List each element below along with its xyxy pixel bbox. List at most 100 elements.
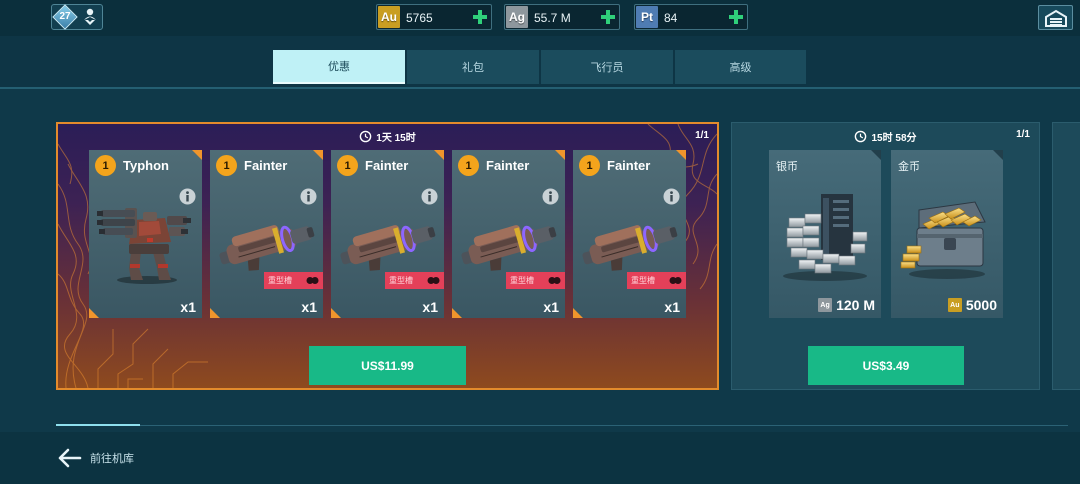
clock-icon (359, 130, 372, 142)
currency-gold: Au 5765 (376, 4, 492, 30)
tab-premium[interactable]: 高级 (675, 50, 806, 84)
add-platinum-button[interactable] (728, 9, 744, 25)
gold-chest-image (897, 184, 997, 284)
garage-button[interactable] (1038, 5, 1073, 30)
slot-tag-label: 重型槽 (631, 276, 655, 285)
item-quantity: x1 (301, 299, 317, 315)
timer-text: 1天 15时 (376, 132, 416, 144)
item-card-gold[interactable]: 金币 Au 5000 (891, 150, 1003, 318)
slot-tag-label: 重型槽 (510, 276, 534, 285)
scroll-thumb[interactable] (56, 424, 140, 426)
info-icon[interactable] (542, 188, 559, 205)
clock-icon (855, 130, 867, 142)
back-to-hangar-button[interactable]: 前往机库 (56, 444, 148, 472)
rarity-corner (331, 308, 341, 318)
rarity-corner (313, 150, 323, 160)
item-card-typhon[interactable]: 1 Typhon x1 (89, 150, 202, 318)
store-screen: 27 Au 5765 Ag 55.7 M Pt 84 优惠 礼包 飞行员 高级 … (0, 0, 1080, 484)
profile-download-icon (80, 7, 100, 27)
scroll-track[interactable] (56, 425, 1068, 426)
item-name: 银币 (776, 161, 798, 173)
item-card-silver[interactable]: 银币 Ag 120 M (769, 150, 881, 318)
silver-amount: 55.7 M (534, 11, 571, 25)
offer-card-next[interactable] (1052, 122, 1080, 390)
rarity-corner (555, 150, 565, 160)
tab-packs[interactable]: 礼包 (407, 50, 539, 84)
info-icon[interactable] (421, 188, 438, 205)
silver-bars-image (775, 184, 875, 284)
item-level-badge: 1 (579, 155, 600, 176)
offer-timer: 15时 58分 (732, 128, 1039, 144)
bottom-bar (0, 432, 1080, 484)
gold-currency-icon: Au (947, 298, 962, 312)
slot-tag: 重型槽 (627, 272, 686, 289)
slot-tag: 重型槽 (385, 272, 444, 289)
offer-timer: 1天 15时 (58, 128, 717, 144)
card-corner (993, 150, 1003, 160)
buy-button[interactable]: US$3.49 (808, 346, 964, 385)
offer-card-currency-bundle: 15时 58分 1/1 银币 Ag 120 M 金币 Au 5000 US$3.… (731, 122, 1040, 390)
timer-text: 15时 58分 (871, 132, 917, 144)
item-quantity: x1 (664, 299, 680, 315)
card-corner (871, 150, 881, 160)
slot-type-icon (306, 277, 319, 284)
item-name: 金币 (898, 161, 920, 173)
currency-platinum: Pt 84 (634, 4, 748, 30)
item-quantity: x1 (422, 299, 438, 315)
rarity-corner (452, 308, 462, 318)
typhon-robot-image (95, 194, 195, 286)
slot-tag-label: 重型槽 (268, 276, 292, 285)
slot-tag: 重型槽 (506, 272, 565, 289)
info-icon[interactable] (300, 188, 317, 205)
item-name: Typhon (123, 158, 169, 173)
item-amount: Au 5000 (947, 297, 997, 313)
offer-card-typhon-bundle: 1天 15时 1/1 1 Typhon x1 1 Fainter 重型槽 x1 … (56, 122, 719, 390)
purchase-count: 1/1 (695, 130, 709, 141)
amount-value: 5000 (965, 297, 997, 313)
plus-icon (472, 9, 488, 25)
item-quantity: x1 (543, 299, 559, 315)
add-gold-button[interactable] (472, 9, 488, 25)
tab-separator (0, 87, 1080, 89)
gold-currency-icon: Au (378, 6, 400, 28)
item-level-badge: 1 (216, 155, 237, 176)
buy-button[interactable]: US$11.99 (309, 346, 466, 385)
item-name: Fainter (607, 158, 651, 173)
tab-band (0, 36, 1080, 87)
rarity-corner (676, 150, 686, 160)
item-card-fainter[interactable]: 1 Fainter 重型槽 x1 (331, 150, 444, 318)
rarity-corner (192, 150, 202, 160)
info-icon[interactable] (179, 188, 196, 205)
info-icon[interactable] (663, 188, 680, 205)
item-card-fainter[interactable]: 1 Fainter 重型槽 x1 (452, 150, 565, 318)
tab-offers[interactable]: 优惠 (273, 50, 405, 84)
slot-type-icon (427, 277, 440, 284)
item-card-fainter[interactable]: 1 Fainter 重型槽 x1 (573, 150, 686, 318)
item-level-badge: 1 (458, 155, 479, 176)
player-level-box[interactable]: 27 (51, 4, 103, 30)
platinum-amount: 84 (664, 11, 678, 25)
item-name: Fainter (365, 158, 409, 173)
slot-tag-label: 重型槽 (389, 276, 413, 285)
back-label: 前往机库 (90, 453, 134, 465)
tab-pilots[interactable]: 飞行员 (541, 50, 673, 84)
slot-type-icon (669, 277, 682, 284)
rarity-corner (573, 308, 583, 318)
item-level-badge: 1 (337, 155, 358, 176)
rarity-corner (210, 308, 220, 318)
item-name: Fainter (486, 158, 530, 173)
player-level: 27 (59, 11, 71, 22)
plus-icon (600, 9, 616, 25)
gold-amount: 5765 (406, 11, 433, 25)
silver-currency-icon: Ag (818, 298, 833, 312)
item-quantity: x1 (180, 299, 196, 315)
add-silver-button[interactable] (600, 9, 616, 25)
purchase-count: 1/1 (1016, 129, 1030, 140)
amount-value: 120 M (836, 297, 875, 313)
garage-icon (1044, 9, 1067, 27)
back-arrow-icon (58, 448, 82, 468)
slot-tag: 重型槽 (264, 272, 323, 289)
rarity-corner (434, 150, 444, 160)
item-card-fainter[interactable]: 1 Fainter 重型槽 x1 (210, 150, 323, 318)
currency-silver: Ag 55.7 M (504, 4, 620, 30)
